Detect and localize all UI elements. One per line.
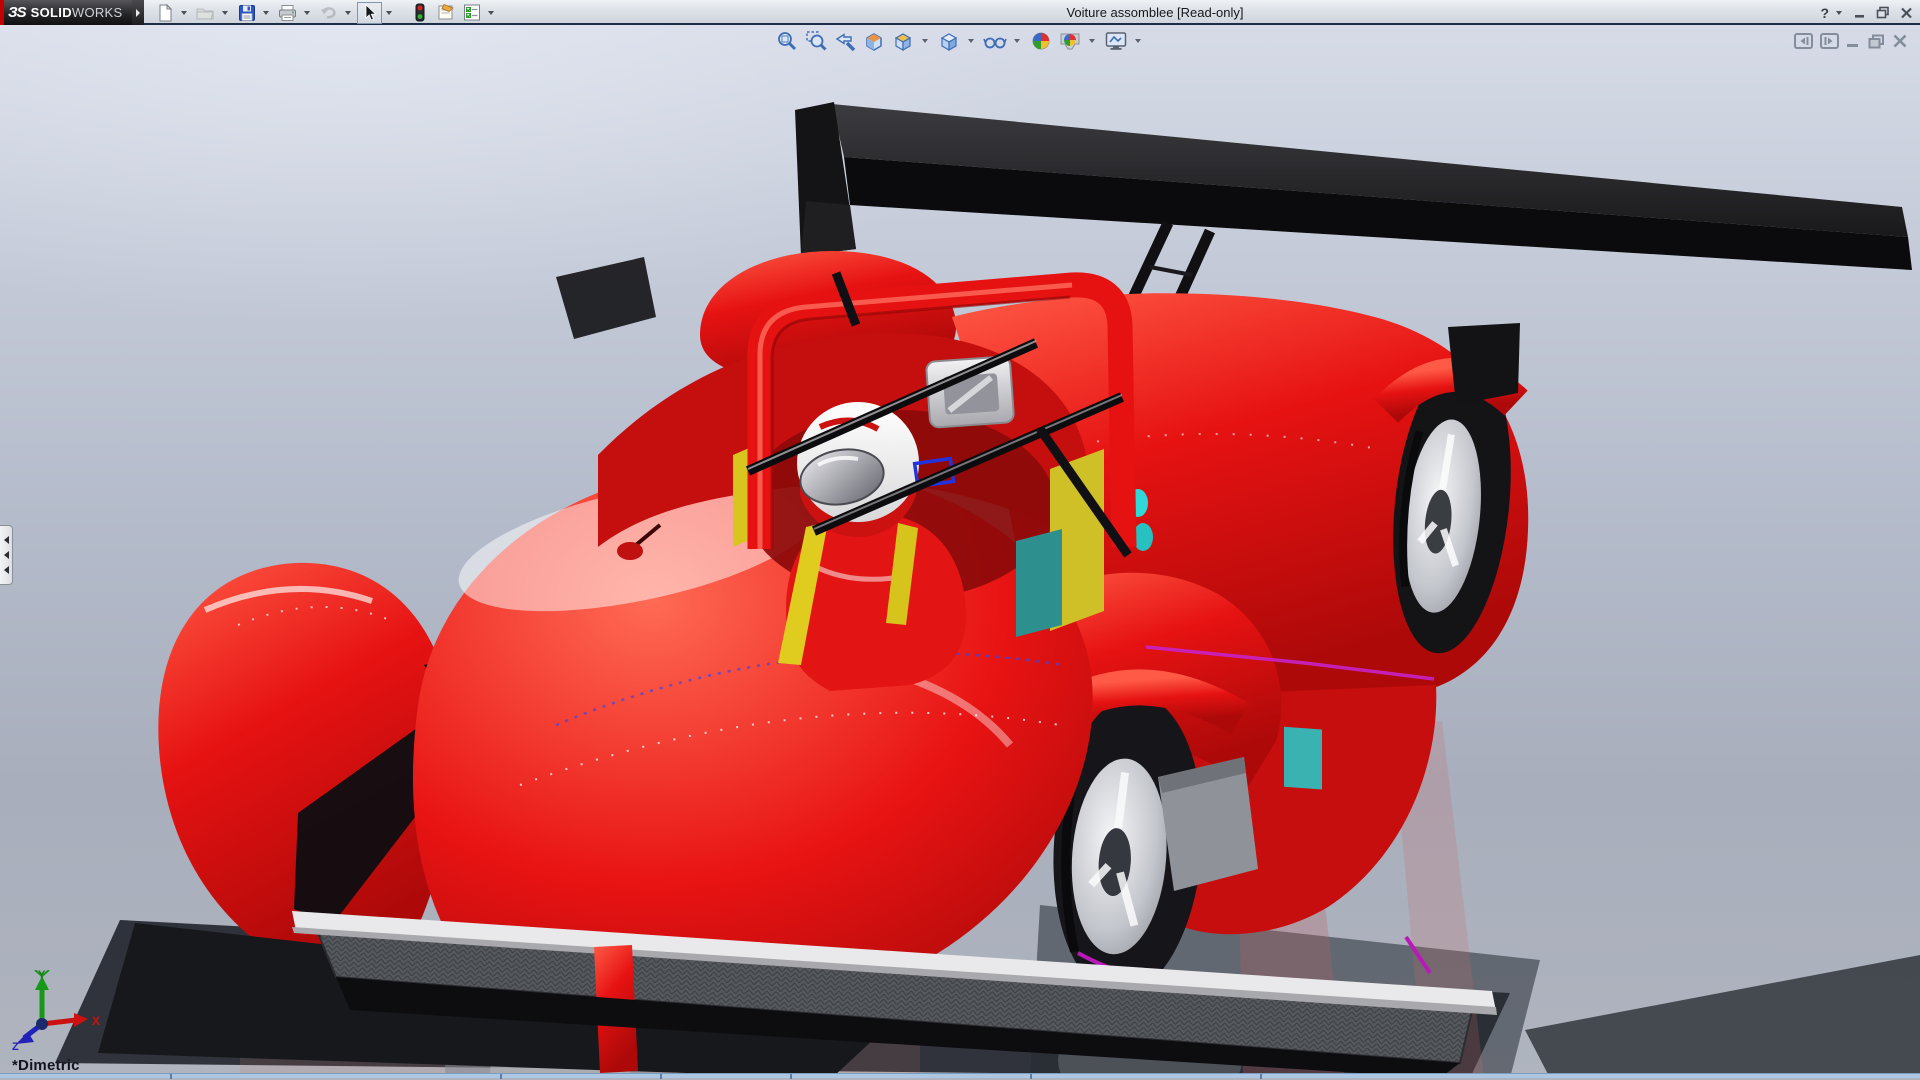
save-dropdown[interactable] (260, 2, 271, 24)
save-floppy-icon (238, 4, 256, 22)
mdi-minimize-button[interactable] (1846, 34, 1861, 48)
help-dropdown[interactable] (1833, 2, 1844, 24)
graphics-viewport[interactable]: Y X Z *Dimetric (0, 25, 1920, 1078)
help-button[interactable]: ? (1819, 5, 1830, 21)
select-dropdown[interactable] (383, 2, 394, 24)
collapse-pane-left-button[interactable] (1794, 33, 1813, 49)
previous-view-icon (834, 30, 856, 52)
save-button[interactable] (234, 2, 259, 24)
new-document-icon (156, 4, 174, 22)
collapse-arrow-icon (4, 566, 9, 574)
document-title: Voiture assomblee [Read-only] (920, 0, 1390, 25)
edit-note-icon (436, 3, 456, 22)
restore-button[interactable] (1873, 3, 1893, 22)
race-car-model[interactable] (0, 25, 1920, 1078)
solidworks-mark-icon: ЗS (8, 4, 26, 21)
mdi-close-icon (1892, 34, 1908, 48)
pane-right-icon (1820, 33, 1839, 49)
pane-left-icon (1794, 33, 1813, 49)
quick-access-toolbar (152, 0, 499, 25)
apply-scene-button[interactable] (1057, 28, 1083, 54)
view-settings-icon (1104, 30, 1128, 52)
open-folder-icon (196, 4, 215, 22)
print-dropdown[interactable] (301, 2, 312, 24)
print-button[interactable] (275, 2, 300, 24)
undo-icon (319, 4, 338, 22)
feature-tree-collapsed-tab[interactable] (0, 525, 13, 585)
logo-text-light: WORKS (72, 5, 123, 20)
new-document-button[interactable] (152, 2, 177, 24)
select-cursor-icon (362, 4, 378, 22)
appearance-ball-icon (1030, 30, 1052, 52)
close-icon (1900, 7, 1913, 19)
collapse-pane-right-button[interactable] (1820, 33, 1839, 49)
view-orientation-button[interactable] (890, 28, 916, 54)
undo-dropdown[interactable] (342, 2, 353, 24)
mdi-minimize-icon (1846, 34, 1861, 48)
previous-view-button[interactable] (832, 28, 858, 54)
hide-show-dropdown[interactable] (1011, 30, 1022, 52)
menu-expand-arrow[interactable] (132, 0, 144, 25)
traffic-light-icon (414, 3, 426, 22)
view-settings-button[interactable] (1103, 28, 1129, 54)
options-dropdown[interactable] (485, 2, 496, 24)
zoom-to-fit-icon (776, 30, 798, 52)
close-button[interactable] (1896, 3, 1916, 22)
triad-z-label: Z (12, 1041, 19, 1052)
apply-scene-dropdown[interactable] (1086, 30, 1097, 52)
edit-appearance-button[interactable] (1028, 28, 1054, 54)
title-bar: ЗS SOLIDWORKS (0, 0, 1920, 25)
view-orientation-dropdown[interactable] (919, 30, 930, 52)
view-orientation-label: *Dimetric (12, 1057, 80, 1074)
minimize-button[interactable] (1850, 3, 1870, 22)
triad-y-label: Y (38, 970, 46, 981)
collapse-arrow-icon (4, 551, 9, 559)
taskbar-edge (0, 1073, 1920, 1078)
zoom-to-fit-button[interactable] (774, 28, 800, 54)
reference-triad: Y X Z (8, 970, 104, 1052)
print-icon (278, 4, 297, 22)
open-button[interactable] (193, 2, 218, 24)
window-controls: ? (1819, 0, 1916, 25)
options-checklist-button[interactable] (459, 2, 484, 24)
mdi-restore-icon (1868, 34, 1885, 49)
undo-button[interactable] (316, 2, 341, 24)
open-dropdown[interactable] (219, 2, 230, 24)
options-checklist-icon (462, 3, 482, 22)
minimize-icon (1854, 7, 1867, 19)
section-view-icon (863, 30, 885, 52)
headsup-view-toolbar (774, 28, 1146, 54)
collapse-arrow-icon (4, 536, 9, 544)
teal-side-panel (1284, 727, 1322, 790)
edit-note-button[interactable] (433, 2, 458, 24)
traffic-light-button[interactable] (407, 2, 432, 24)
new-document-dropdown[interactable] (178, 2, 189, 24)
view-settings-dropdown[interactable] (1132, 30, 1143, 52)
logo-text-bold: SOLID (31, 5, 72, 20)
hide-show-items-button[interactable] (982, 28, 1008, 54)
eyeglasses-icon (983, 30, 1007, 52)
display-style-icon (938, 30, 960, 52)
select-button[interactable] (357, 2, 382, 24)
solidworks-logo: ЗS SOLIDWORKS (0, 0, 132, 25)
front-winglet (1448, 323, 1520, 405)
logo-red-accent (0, 0, 4, 25)
zoom-to-area-button[interactable] (803, 28, 829, 54)
display-style-dropdown[interactable] (965, 30, 976, 52)
zoom-to-area-icon (805, 30, 827, 52)
restore-icon (1876, 6, 1890, 19)
section-view-button[interactable] (861, 28, 887, 54)
display-style-button[interactable] (936, 28, 962, 54)
apply-scene-icon (1058, 30, 1082, 52)
triad-x-label: X (92, 1014, 100, 1028)
mdi-restore-button[interactable] (1868, 34, 1885, 49)
document-window-controls (1794, 33, 1908, 49)
mdi-close-button[interactable] (1892, 34, 1908, 48)
view-orientation-icon (892, 30, 914, 52)
